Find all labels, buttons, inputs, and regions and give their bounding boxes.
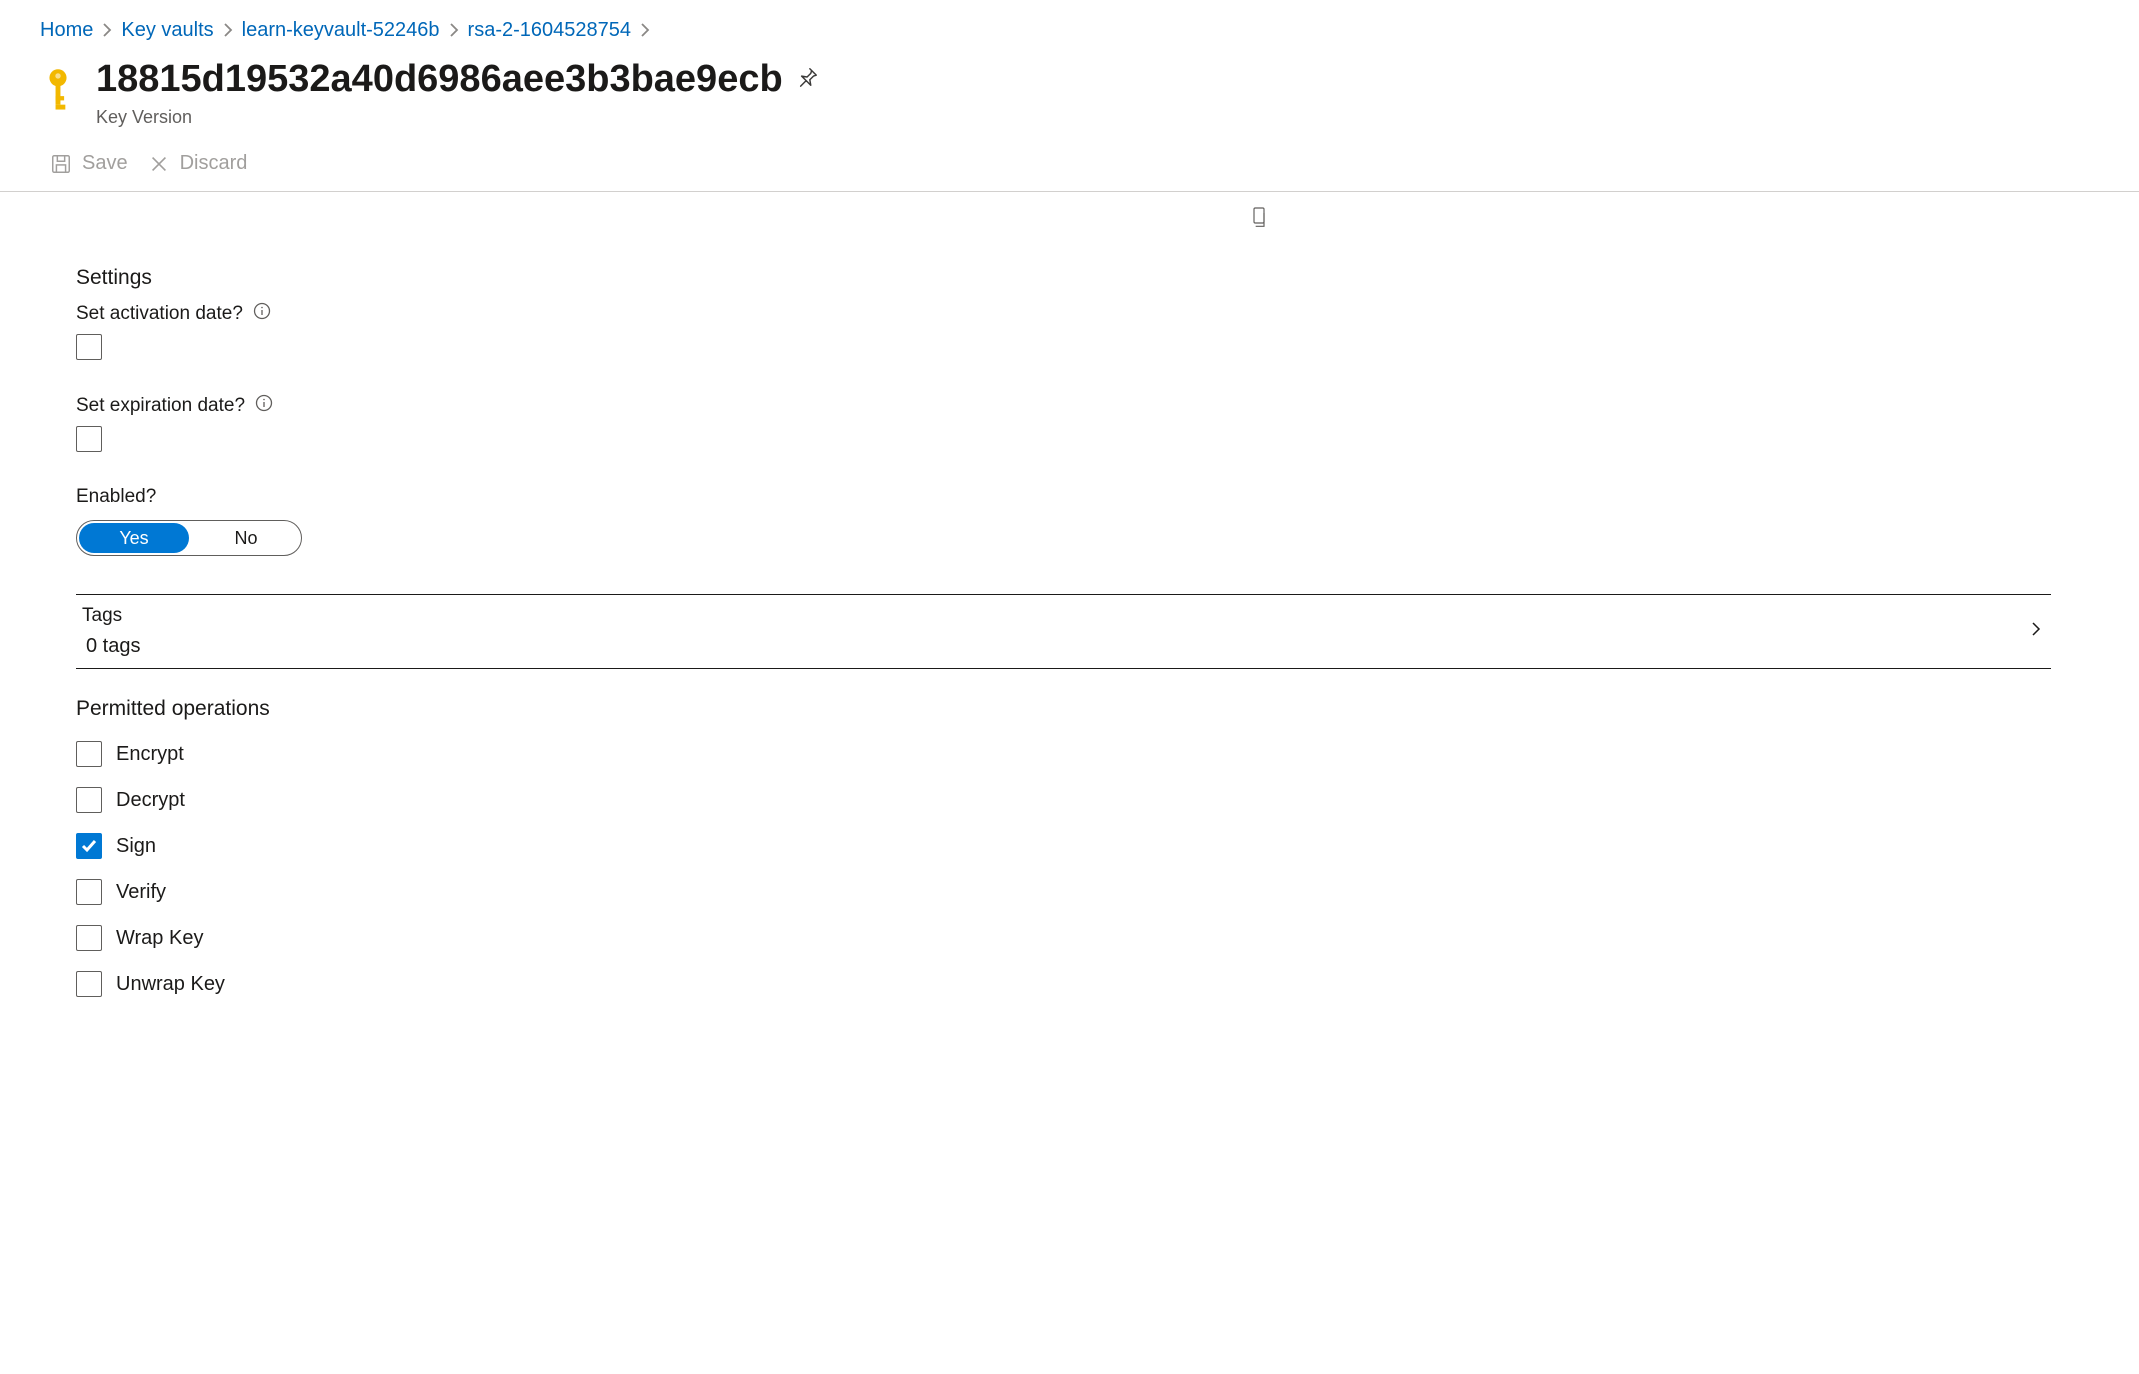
operation-row: Wrap Key	[76, 925, 2051, 951]
enabled-no[interactable]: No	[191, 521, 301, 555]
breadcrumb-resource[interactable]: learn-keyvault-52246b	[242, 18, 440, 42]
expiration-label: Set expiration date?	[76, 395, 245, 417]
activation-label: Set activation date?	[76, 303, 243, 325]
copy-icon[interactable]	[1249, 206, 1269, 236]
breadcrumb: Home Key vaults learn-keyvault-52246b rs…	[0, 0, 2139, 52]
operation-row: Sign	[76, 833, 2051, 859]
key-icon	[40, 58, 76, 112]
operation-checkbox-encrypt[interactable]	[76, 741, 102, 767]
operation-checkbox-verify[interactable]	[76, 879, 102, 905]
enabled-label: Enabled?	[76, 486, 156, 508]
breadcrumb-keyvaults[interactable]: Key vaults	[121, 18, 213, 42]
save-button[interactable]: Save	[50, 152, 128, 175]
operation-label: Unwrap Key	[116, 973, 225, 996]
settings-panel: Settings Set activation date? Set expira…	[0, 266, 2139, 997]
operation-row: Encrypt	[76, 741, 2051, 767]
info-icon[interactable]	[255, 394, 273, 418]
chevron-right-icon	[220, 22, 236, 38]
operation-label: Sign	[116, 835, 156, 858]
operation-label: Verify	[116, 881, 166, 904]
tags-row[interactable]: Tags 0 tags	[76, 594, 2051, 669]
permitted-heading: Permitted operations	[76, 697, 2051, 721]
permitted-operations-list: Encrypt Decrypt Sign Verify Wrap Key Unwrap K…	[76, 741, 2051, 997]
discard-label: Discard	[180, 152, 248, 175]
operation-checkbox-wrap-key[interactable]	[76, 925, 102, 951]
operation-row: Verify	[76, 879, 2051, 905]
breadcrumb-key[interactable]: rsa-2-1604528754	[468, 18, 631, 42]
info-icon[interactable]	[253, 302, 271, 326]
tags-label: Tags	[82, 605, 140, 627]
operation-row: Unwrap Key	[76, 971, 2051, 997]
enabled-yes[interactable]: Yes	[79, 523, 189, 553]
pin-button[interactable]	[797, 66, 819, 94]
operation-row: Decrypt	[76, 787, 2051, 813]
operation-label: Decrypt	[116, 789, 185, 812]
chevron-right-icon	[99, 22, 115, 38]
chevron-right-icon	[637, 22, 653, 38]
page-subtitle: Key Version	[96, 107, 819, 128]
chevron-right-icon	[2027, 620, 2045, 644]
enabled-toggle[interactable]: Yes No	[76, 520, 302, 556]
settings-heading: Settings	[76, 266, 2051, 290]
breadcrumb-home[interactable]: Home	[40, 18, 93, 42]
tags-value: 0 tags	[82, 635, 140, 658]
operation-label: Encrypt	[116, 743, 184, 766]
operation-label: Wrap Key	[116, 927, 203, 950]
save-label: Save	[82, 152, 128, 175]
operation-checkbox-decrypt[interactable]	[76, 787, 102, 813]
page-title: 18815d19532a40d6986aee3b3bae9ecb	[96, 58, 783, 101]
page-header: 18815d19532a40d6986aee3b3bae9ecb Key Ver…	[0, 52, 2139, 132]
expiration-checkbox[interactable]	[76, 426, 102, 452]
operation-checkbox-sign[interactable]	[76, 833, 102, 859]
discard-button[interactable]: Discard	[148, 152, 248, 175]
chevron-right-icon	[446, 22, 462, 38]
toolbar: Save Discard	[0, 132, 2139, 192]
operation-checkbox-unwrap-key[interactable]	[76, 971, 102, 997]
activation-checkbox[interactable]	[76, 334, 102, 360]
